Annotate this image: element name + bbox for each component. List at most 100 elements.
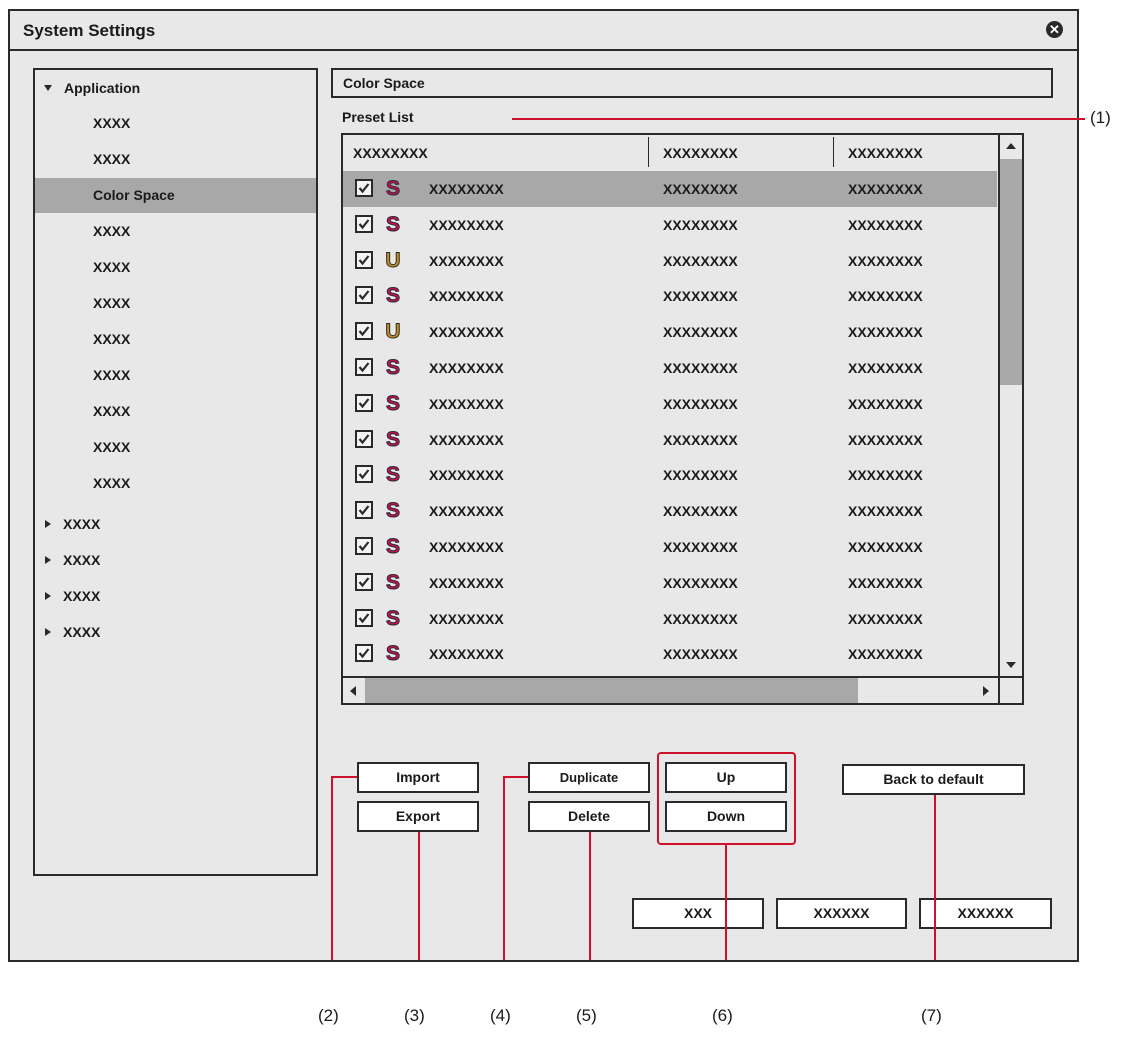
row-checkbox[interactable] <box>355 286 373 305</box>
svg-text:S: S <box>386 177 400 199</box>
tree-item-child[interactable]: XXXX <box>35 322 316 357</box>
table-row[interactable]: S XXXXXXXX XXXXXXXX XXXXXXXX <box>343 493 997 529</box>
checkmark-icon <box>358 612 370 623</box>
system-preset-icon: S <box>383 535 403 559</box>
table-row[interactable]: S XXXXXXXX XXXXXXXX XXXXXXXX <box>343 171 997 207</box>
tree-item-group[interactable]: XXXX <box>35 543 316 578</box>
row-checkbox[interactable] <box>355 501 373 520</box>
checkmark-icon <box>358 648 370 659</box>
import-button[interactable]: Import <box>357 762 479 793</box>
row-checkbox[interactable] <box>355 572 373 591</box>
svg-text:S: S <box>386 284 400 306</box>
tree-item-child[interactable]: Color Space <box>35 178 316 213</box>
callout-line-2-h <box>331 776 357 778</box>
tree-item-application[interactable]: Application <box>35 71 316 106</box>
title-bar: System Settings ✕ <box>10 11 1077 51</box>
table-row[interactable]: S XXXXXXXX XXXXXXXX XXXXXXXX <box>343 601 997 637</box>
duplicate-button[interactable]: Duplicate <box>528 762 650 793</box>
table-row[interactable]: S XXXXXXXX XXXXXXXX XXXXXXXX <box>343 636 997 672</box>
callout-label-1: (1) <box>1090 108 1111 127</box>
callout-line-6 <box>725 845 727 960</box>
row-cell: XXXXXXXX <box>663 646 738 663</box>
table-row[interactable]: S XXXXXXXX XXXXXXXX XXXXXXXX <box>343 422 997 458</box>
tree-item-child[interactable]: XXXX <box>35 466 316 501</box>
tree-item-label: XXXX <box>63 588 101 604</box>
row-cell: XXXXXXXX <box>848 646 923 663</box>
footer-button-2[interactable]: XXXXXX <box>776 898 907 929</box>
column-divider[interactable] <box>648 137 649 167</box>
close-icon[interactable]: ✕ <box>1046 21 1063 38</box>
checkmark-icon <box>358 577 370 588</box>
row-cell: XXXXXXXX <box>663 360 738 376</box>
chevron-right-icon[interactable] <box>45 592 51 600</box>
column-header-1[interactable]: XXXXXXXX <box>353 145 428 161</box>
tree-item-label: XXXX <box>93 259 131 275</box>
vertical-scroll-thumb[interactable] <box>1000 159 1022 385</box>
table-row[interactable]: U XXXXXXXX XXXXXXXX XXXXXXXX <box>343 243 997 279</box>
table-row[interactable]: S XXXXXXXX XXXXXXXX XXXXXXXX <box>343 278 997 314</box>
row-cell: XXXXXXXX <box>429 574 504 591</box>
svg-text:S: S <box>386 428 400 450</box>
row-checkbox[interactable] <box>355 429 373 448</box>
callout-line-4-h <box>503 776 528 778</box>
svg-text:S: S <box>386 571 400 593</box>
tree-item-child[interactable]: XXXX <box>35 214 316 249</box>
svg-text:S: S <box>386 499 400 521</box>
back-to-default-button[interactable]: Back to default <box>842 764 1025 795</box>
footer-button-1[interactable]: XXX <box>632 898 764 929</box>
tree-item-group[interactable]: XXXX <box>35 615 316 650</box>
chevron-right-icon[interactable] <box>45 628 51 636</box>
callout-line-5 <box>589 832 591 960</box>
row-cell: XXXXXXXX <box>429 395 504 412</box>
table-row[interactable]: U XXXXXXXX XXXXXXXX XXXXXXXX <box>343 314 997 350</box>
delete-button[interactable]: Delete <box>528 801 650 832</box>
row-checkbox[interactable] <box>355 608 373 627</box>
row-checkbox[interactable] <box>355 465 373 484</box>
table-row[interactable]: S XXXXXXXX XXXXXXXX XXXXXXXX <box>343 386 997 422</box>
row-checkbox[interactable] <box>355 393 373 412</box>
table-row[interactable]: S XXXXXXXX XXXXXXXX XXXXXXXX <box>343 350 997 386</box>
row-checkbox[interactable] <box>355 179 373 197</box>
scroll-right-icon[interactable] <box>983 686 989 696</box>
row-checkbox[interactable] <box>355 322 373 341</box>
chevron-right-icon[interactable] <box>45 520 51 528</box>
chevron-down-icon[interactable] <box>44 85 52 91</box>
table-row[interactable]: S XXXXXXXX XXXXXXXX XXXXXXXX <box>343 529 997 565</box>
scroll-down-icon[interactable] <box>1006 662 1016 668</box>
row-cell: XXXXXXXX <box>663 395 738 412</box>
row-checkbox[interactable] <box>355 250 373 269</box>
tree-item-child[interactable]: XXXX <box>35 142 316 177</box>
tree-item-child[interactable]: XXXX <box>35 430 316 465</box>
row-checkbox[interactable] <box>355 358 373 376</box>
tree-item-group[interactable]: XXXX <box>35 579 316 614</box>
system-preset-icon: S <box>383 570 403 594</box>
tree-item-child[interactable]: XXXX <box>35 358 316 393</box>
vertical-scrollbar[interactable] <box>998 135 1022 676</box>
scroll-left-icon[interactable] <box>350 686 356 696</box>
system-preset-icon: S <box>383 499 403 523</box>
footer-button-3[interactable]: XXXXXX <box>919 898 1052 929</box>
tree-item-group[interactable]: XXXX <box>35 507 316 542</box>
row-checkbox[interactable] <box>355 214 373 233</box>
table-row[interactable]: S XXXXXXXX XXXXXXXX XXXXXXXX <box>343 565 997 601</box>
chevron-right-icon[interactable] <box>45 556 51 564</box>
table-row[interactable]: S XXXXXXXX XXXXXXXX XXXXXXXX <box>343 207 997 243</box>
column-divider[interactable] <box>833 137 834 167</box>
row-cell: XXXXXXXX <box>663 288 738 305</box>
horizontal-scroll-thumb[interactable] <box>365 678 858 703</box>
row-checkbox[interactable] <box>355 644 373 663</box>
tree-item-child[interactable]: XXXX <box>35 250 316 285</box>
export-button[interactable]: Export <box>357 801 479 832</box>
column-header-3[interactable]: XXXXXXXX <box>848 145 923 161</box>
scroll-up-icon[interactable] <box>1006 143 1016 149</box>
tree-item-child[interactable]: XXXX <box>35 286 316 321</box>
tree-item-child[interactable]: XXXX <box>35 106 316 141</box>
tree-item-label: XXXX <box>93 151 131 167</box>
table-row[interactable]: S XXXXXXXX XXXXXXXX XXXXXXXX <box>343 457 997 493</box>
row-checkbox[interactable] <box>355 537 373 555</box>
row-cell: XXXXXXXX <box>429 324 504 341</box>
tree-item-child[interactable]: XXXX <box>35 394 316 429</box>
horizontal-scrollbar[interactable] <box>343 676 998 703</box>
checkmark-icon <box>358 290 370 301</box>
column-header-2[interactable]: XXXXXXXX <box>663 145 738 161</box>
